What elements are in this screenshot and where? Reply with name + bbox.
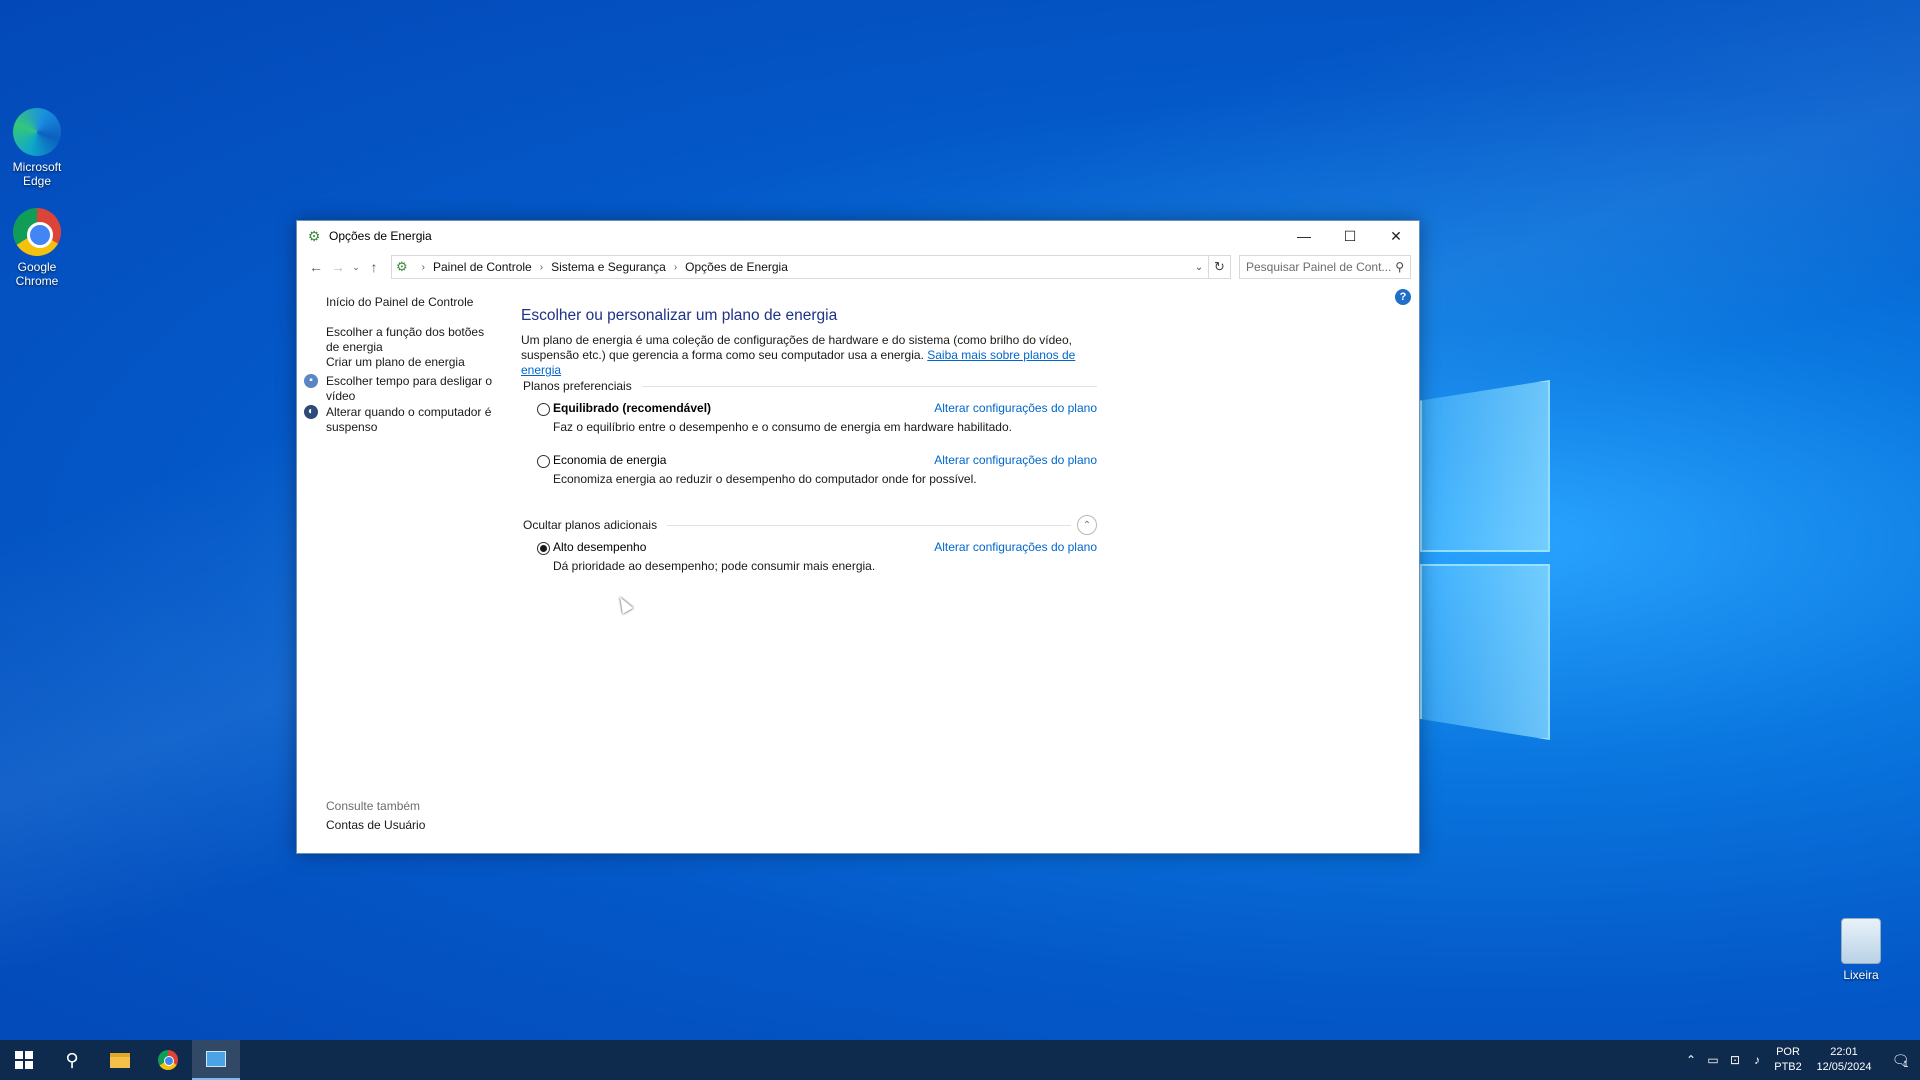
plan-description: Faz o equilíbrio entre o desempenho e o … xyxy=(553,420,1012,434)
help-icon[interactable]: ? xyxy=(1395,289,1411,305)
taskbar-control-panel[interactable] xyxy=(192,1040,240,1080)
up-arrow-icon[interactable]: ↑ xyxy=(363,256,385,278)
sidebar-link-label: Alterar quando o computador é suspenso xyxy=(326,405,492,434)
moon-icon: ◐ xyxy=(304,405,318,419)
folder-icon xyxy=(110,1052,130,1068)
content-area: ? Início do Painel de Controle Escolher … xyxy=(297,283,1419,853)
chrome-icon xyxy=(13,208,61,256)
title-bar[interactable]: ⚙ Opções de Energia — ☐ ✕ xyxy=(297,221,1419,251)
additional-plans-header[interactable]: Ocultar planos adicionais ⌃ xyxy=(523,515,1097,535)
collapse-chevron-up-icon[interactable]: ⌃ xyxy=(1077,515,1097,535)
plan-name[interactable]: Economia de energia xyxy=(553,453,666,467)
maximize-button[interactable]: ☐ xyxy=(1327,221,1373,251)
see-also-link-user-accounts[interactable]: Contas de Usuário xyxy=(326,818,494,833)
change-plan-settings-link[interactable]: Alterar configurações do plano xyxy=(934,401,1097,415)
plan-name[interactable]: Equilibrado (recomendável) xyxy=(553,401,711,415)
desktop-icon-edge[interactable]: Microsoft Edge xyxy=(0,108,74,188)
desktop-icon-label: Microsoft Edge xyxy=(12,160,62,188)
plan-description: Dá prioridade ao desempenho; pode consum… xyxy=(553,559,876,573)
sidebar-link-control-panel-home[interactable]: Início do Painel de Controle xyxy=(326,295,494,310)
breadcrumb-system-security[interactable]: Sistema e Segurança xyxy=(551,260,666,274)
change-plan-settings-link[interactable]: Alterar configurações do plano xyxy=(934,453,1097,467)
search-icon[interactable]: ⚲ xyxy=(1395,260,1404,274)
plan-balanced: Equilibrado (recomendável) Alterar confi… xyxy=(537,401,1097,435)
sidebar-link-display-off[interactable]: ▪ Escolher tempo para desligar o vídeo xyxy=(304,374,494,404)
network-icon[interactable]: ⊡ xyxy=(1724,1053,1746,1067)
minimize-button[interactable]: — xyxy=(1281,221,1327,251)
recycle-bin-icon xyxy=(1841,918,1881,964)
sidebar-link-label: Escolher tempo para desligar o vídeo xyxy=(326,374,493,403)
plan-high-performance: Alto desempenho Alterar configurações do… xyxy=(537,540,1097,574)
notification-count: 1 xyxy=(1903,1059,1909,1069)
control-panel-icon xyxy=(206,1051,226,1067)
address-bar[interactable]: ⚙ › Painel de Controle › Sistema e Segur… xyxy=(391,255,1209,279)
power-options-window: ⚙ Opções de Energia — ☐ ✕ ← → ⌄ ↑ ⚙ › Pa… xyxy=(296,220,1420,854)
plan-name[interactable]: Alto desempenho xyxy=(553,540,646,554)
plan-radio[interactable] xyxy=(537,455,550,468)
forward-arrow-icon[interactable]: → xyxy=(327,256,349,278)
see-also-title: Consulte também xyxy=(326,799,421,813)
page-title: Escolher ou personalizar um plano de ene… xyxy=(521,307,838,324)
power-options-icon: ⚙ xyxy=(307,228,321,244)
page-description: Um plano de energia é uma coleção de con… xyxy=(521,333,1076,377)
breadcrumb-separator-icon[interactable]: › xyxy=(540,262,543,273)
desktop-icon-recycle-bin[interactable]: Lixeira xyxy=(1824,918,1898,982)
address-toolbar: ← → ⌄ ↑ ⚙ › Painel de Controle › Sistema… xyxy=(297,251,1419,283)
search-button[interactable]: ⚲ xyxy=(48,1040,96,1080)
taskbar-file-explorer[interactable] xyxy=(96,1040,144,1080)
windows-logo-icon xyxy=(15,1051,33,1069)
clock[interactable]: 22:01 12/05/2024 xyxy=(1808,1045,1880,1075)
chrome-icon xyxy=(158,1050,178,1070)
breadcrumb-separator-icon[interactable]: › xyxy=(422,262,425,273)
start-button[interactable] xyxy=(0,1040,48,1080)
search-icon: ⚲ xyxy=(65,1049,79,1070)
refresh-icon[interactable]: ↻ xyxy=(1209,255,1231,279)
plan-radio[interactable] xyxy=(537,542,550,555)
desktop-icon-chrome[interactable]: Google Chrome xyxy=(0,208,74,288)
change-plan-settings-link[interactable]: Alterar configurações do plano xyxy=(934,540,1097,554)
taskbar-chrome[interactable] xyxy=(144,1040,192,1080)
device-icon[interactable]: ▭ xyxy=(1702,1053,1724,1067)
taskbar: ⚲ ⌃ ▭ ⊡ ♪ POR PTB2 22:01 12/05/2024 🗨 1 xyxy=(0,1040,1920,1080)
language-indicator[interactable]: POR PTB2 xyxy=(1768,1045,1808,1075)
plan-description: Economiza energia ao reduzir o desempenh… xyxy=(553,472,977,486)
edge-icon xyxy=(13,108,61,156)
close-button[interactable]: ✕ xyxy=(1373,221,1419,251)
address-dropdown-icon[interactable]: ⌄ xyxy=(1190,262,1208,273)
action-center-button[interactable]: 🗨 1 xyxy=(1880,1040,1920,1080)
sidebar-link-create-plan[interactable]: Criar um plano de energia xyxy=(326,355,494,370)
sidebar-link-sleep[interactable]: ◐ Alterar quando o computador é suspenso xyxy=(304,405,494,435)
breadcrumb-separator-icon[interactable]: › xyxy=(674,262,677,273)
desktop-icon-label: Lixeira xyxy=(1843,968,1879,982)
volume-icon[interactable]: ♪ xyxy=(1746,1053,1768,1067)
desktop-icon-label: Google Chrome xyxy=(15,260,59,288)
search-input[interactable] xyxy=(1246,260,1396,274)
back-arrow-icon[interactable]: ← xyxy=(305,256,327,278)
show-hidden-icons-chevron-icon[interactable]: ⌃ xyxy=(1680,1053,1702,1067)
sidebar-link-power-buttons[interactable]: Escolher a função dos botões de energia xyxy=(326,325,494,355)
recent-locations-chevron-icon[interactable]: ⌄ xyxy=(349,256,363,278)
breadcrumb-power-options[interactable]: Opções de Energia xyxy=(685,260,788,274)
control-panel-icon: ⚙ xyxy=(396,259,408,274)
breadcrumb-control-panel[interactable]: Painel de Controle xyxy=(433,260,532,274)
sidebar: Início do Painel de Controle Escolher a … xyxy=(297,283,497,853)
display-icon: ▪ xyxy=(304,374,318,388)
preferred-plans-header: Planos preferenciais xyxy=(523,379,1097,393)
plan-radio[interactable] xyxy=(537,403,550,416)
window-title: Opções de Energia xyxy=(329,229,432,243)
search-box[interactable]: ⚲ xyxy=(1239,255,1411,279)
plan-power-saver: Economia de energia Alterar configuraçõe… xyxy=(537,453,1097,487)
system-tray: ⌃ ▭ ⊡ ♪ POR PTB2 22:01 12/05/2024 🗨 1 xyxy=(1680,1040,1920,1080)
